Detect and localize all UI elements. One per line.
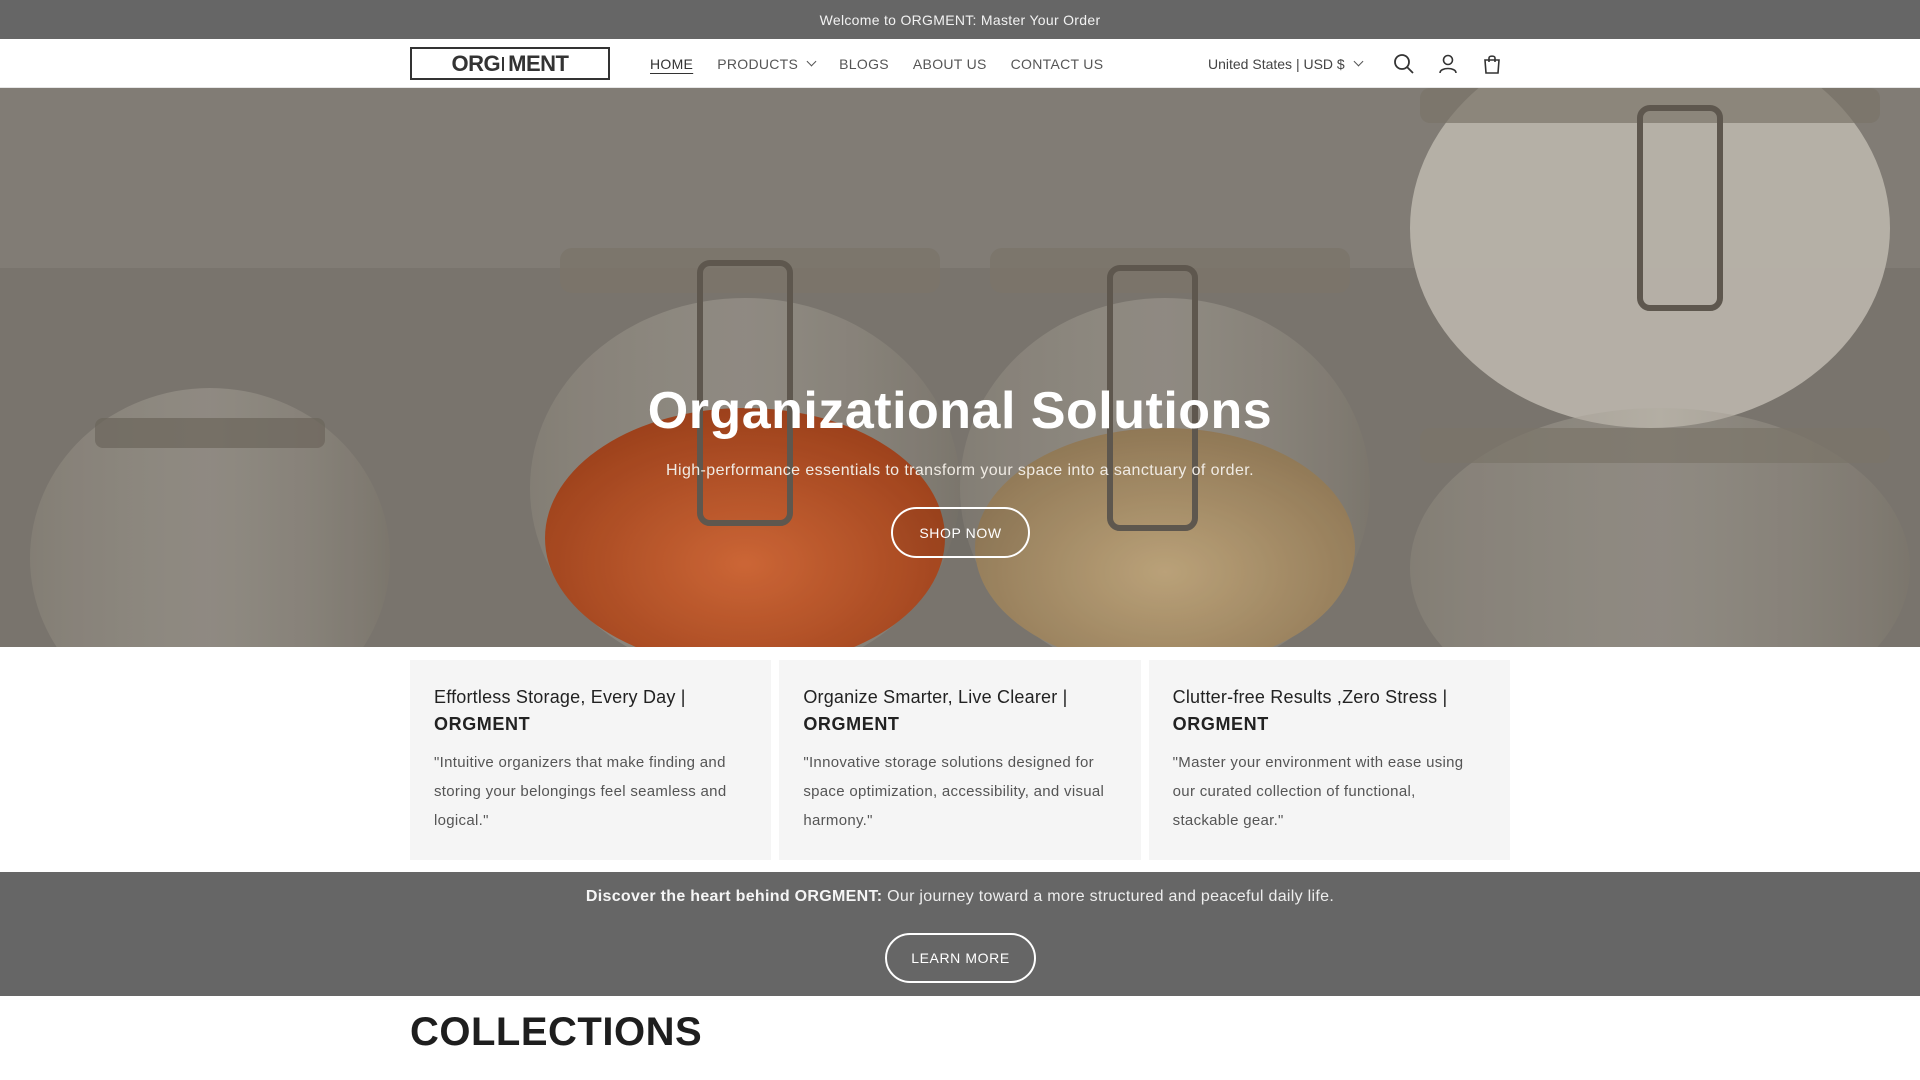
collections-heading: COLLECTIONS (410, 1010, 703, 1054)
feature-card: Organize Smarter, Live Clearer | ORGMENT… (779, 660, 1141, 860)
locale-selector[interactable]: United States | USD $ (1208, 39, 1364, 88)
nav-about-label: ABOUT US (912, 55, 987, 72)
feature-brand: ORGMENT (1172, 714, 1269, 734)
chevron-down-icon (806, 56, 817, 67)
search-button[interactable] (1389, 49, 1419, 79)
hero-overlay (0, 88, 1920, 647)
nav-home-label: HOME (650, 55, 694, 72)
nav-products-label: PRODUCTS (717, 55, 799, 72)
logo-text-left: ORG (451, 50, 501, 76)
feature-card-text: "Intuitive organizers that make finding … (434, 754, 727, 829)
logo-mark (502, 56, 506, 71)
feature-card: Clutter-free Results ,Zero Stress | ORGM… (1148, 660, 1510, 860)
shop-now-button[interactable]: SHOP NOW (891, 507, 1030, 558)
feature-title-text: Clutter-free Results ,Zero Stress | (1172, 687, 1448, 707)
hero-banner: Organizational Solutions High-performanc… (0, 88, 1920, 647)
feature-brand: ORGMENT (434, 714, 531, 734)
account-icon (1439, 54, 1457, 74)
feature-title-text: Effortless Storage, Every Day | (434, 687, 686, 707)
hero-subtitle: High-performance essentials to transform… (666, 462, 1254, 479)
hero-title: Organizational Solutions (647, 382, 1273, 440)
nav-contact-label: CONTACT US (1010, 55, 1104, 72)
feature-title-text: Organize Smarter, Live Clearer | (803, 687, 1068, 707)
feature-card: Effortless Storage, Every Day | ORGMENT … (410, 660, 772, 860)
announcement-text: Welcome to ORGMENT: Master Your Order (819, 11, 1101, 28)
brand-story-banner: Discover the heart behind ORGMENT: Our j… (0, 872, 1920, 996)
feature-cards: Effortless Storage, Every Day | ORGMENT … (410, 660, 1510, 860)
story-text: Discover the heart behind ORGMENT: Our j… (0, 888, 1920, 906)
story-bold-text: Discover the heart behind ORGMENT: (585, 888, 883, 905)
feature-card-title: Clutter-free Results ,Zero Stress | ORGM… (1173, 684, 1486, 738)
search-icon (1394, 54, 1414, 74)
nav-home[interactable]: HOME (638, 39, 705, 88)
nav-about-us[interactable]: ABOUT US (901, 39, 999, 88)
nav-contact-us[interactable]: CONTACT US (999, 39, 1116, 88)
nav-blogs[interactable]: BLOGS (827, 39, 901, 88)
feature-card-text: "Master your environment with ease using… (1172, 754, 1464, 829)
chevron-down-icon (1353, 56, 1364, 67)
cart-icon (1484, 55, 1500, 74)
learn-more-button[interactable]: LEARN MORE (885, 933, 1036, 983)
story-body-text: Our journey toward a more structured and… (882, 888, 1335, 905)
feature-card-title: Effortless Storage, Every Day | ORGMENT (434, 684, 747, 738)
site-header: ORG MENT HOME PRODUCTS BLOGS ABOUT US CON… (0, 39, 1920, 88)
locale-label: United States | USD $ (1208, 55, 1345, 72)
logo-text-right: MENT (508, 50, 569, 76)
announcement-bar: Welcome to ORGMENT: Master Your Order (0, 0, 1920, 39)
account-button[interactable] (1433, 49, 1463, 79)
nav-products[interactable]: PRODUCTS (705, 39, 827, 88)
main-nav: HOME PRODUCTS BLOGS ABOUT US CONTACT US (638, 39, 1115, 88)
cart-button[interactable] (1477, 49, 1507, 79)
nav-blogs-label: BLOGS (839, 55, 889, 72)
logo[interactable]: ORG MENT (410, 47, 610, 80)
feature-brand: ORGMENT (803, 714, 900, 734)
feature-card-title: Organize Smarter, Live Clearer | ORGMENT (803, 684, 1116, 738)
feature-card-text: "Innovative storage solutions designed f… (803, 754, 1105, 829)
